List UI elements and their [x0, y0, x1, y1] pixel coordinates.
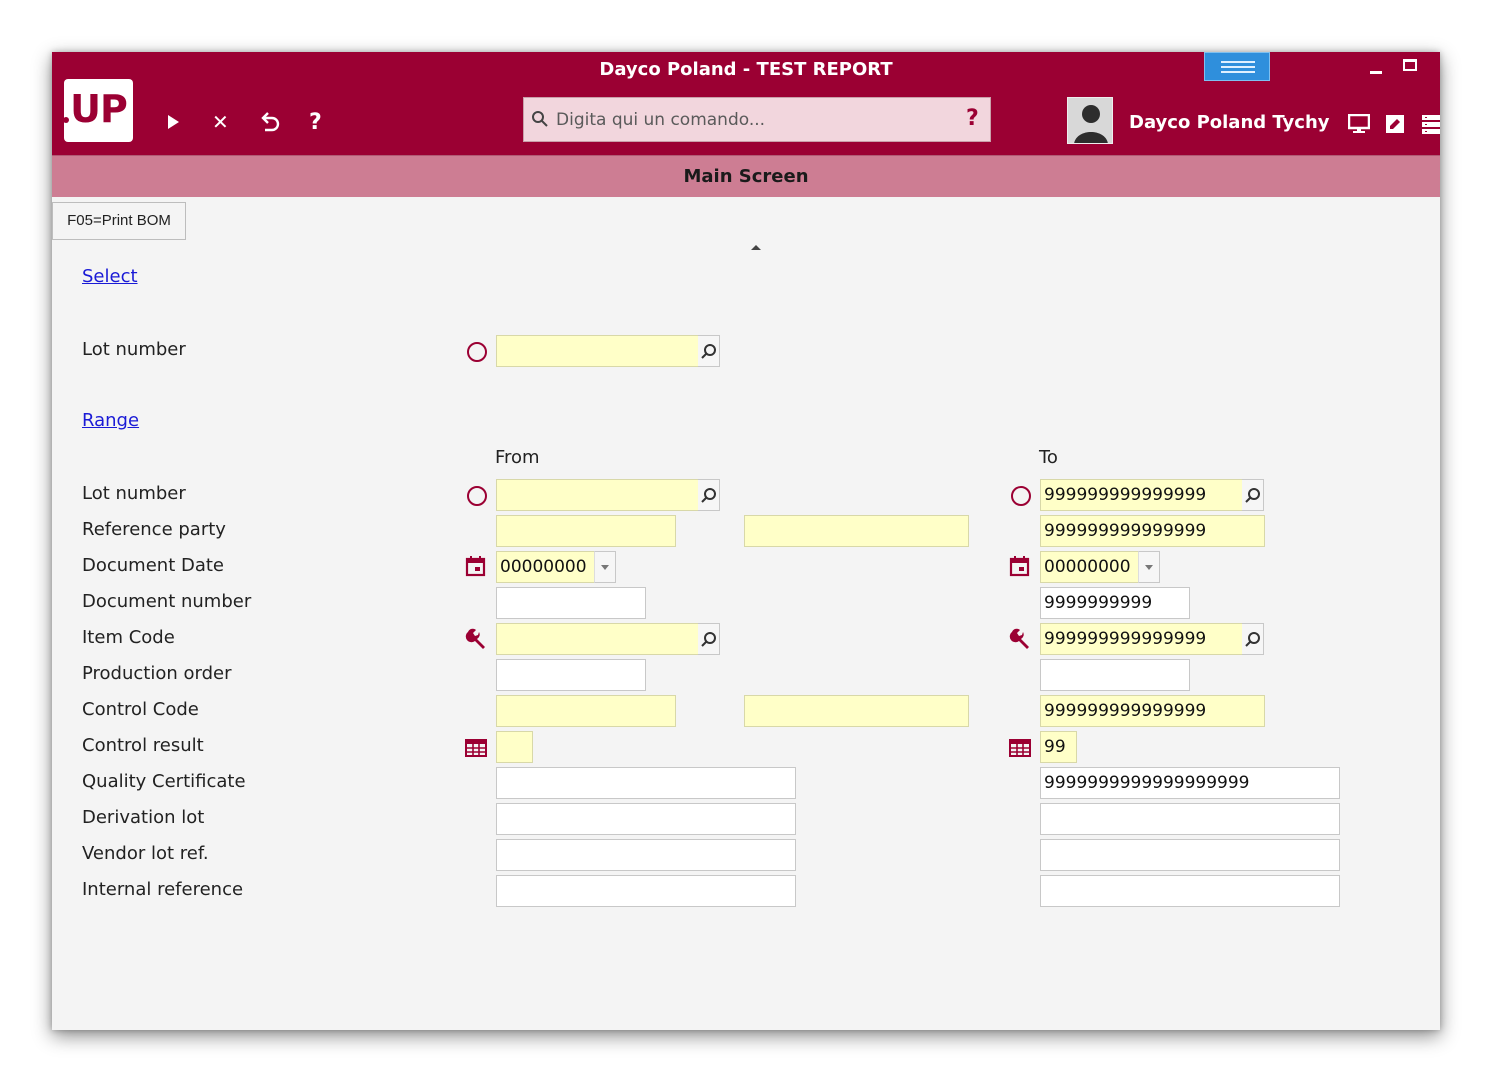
calendar-icon[interactable]	[465, 555, 487, 577]
range-link[interactable]: Range	[82, 410, 139, 431]
command-bar[interactable]: ?	[523, 97, 991, 142]
command-help-icon[interactable]: ?	[966, 106, 979, 131]
vendor-lot-ref-label: Vendor lot ref.	[82, 843, 209, 864]
reference-party-from-input[interactable]	[496, 515, 676, 547]
screen-header: Main Screen	[52, 155, 1440, 197]
document-date-to-input[interactable]	[1040, 551, 1140, 583]
logo-dot	[63, 117, 69, 123]
production-order-from-input[interactable]	[496, 659, 646, 691]
internal-reference-to-input[interactable]	[1040, 875, 1340, 907]
lot-number-from-input[interactable]	[496, 479, 700, 511]
vendor-lot-ref-from-input[interactable]	[496, 839, 796, 871]
derivation-lot-from-input[interactable]	[496, 803, 796, 835]
quality-certificate-to-input[interactable]	[1040, 767, 1340, 799]
item-code-to-input[interactable]	[1040, 623, 1244, 655]
lot-number-to-input[interactable]	[1040, 479, 1244, 511]
wrench-icon	[465, 628, 485, 649]
quality-certificate-from-input[interactable]	[496, 767, 796, 799]
search-icon	[532, 111, 548, 127]
select-lot-number-input[interactable]	[496, 335, 700, 367]
monitor-icon[interactable]	[1348, 114, 1370, 134]
search-icon[interactable]	[698, 623, 720, 655]
derivation-lot-label: Derivation lot	[82, 807, 205, 828]
circle-icon	[1011, 486, 1031, 506]
collapse-arrow-icon[interactable]	[751, 245, 761, 250]
menu-handle[interactable]	[1204, 52, 1270, 81]
internal-reference-label: Internal reference	[82, 879, 244, 900]
maximize-button[interactable]	[1403, 59, 1417, 71]
quality-certificate-label: Quality Certificate	[82, 771, 246, 792]
play-icon[interactable]	[168, 115, 179, 129]
edit-icon[interactable]	[1385, 114, 1405, 134]
calendar-icon[interactable]	[1009, 555, 1031, 577]
vendor-lot-ref-to-input[interactable]	[1040, 839, 1340, 871]
derivation-lot-to-input[interactable]	[1040, 803, 1340, 835]
control-code-to-input[interactable]	[1040, 695, 1265, 727]
table-icon[interactable]	[465, 737, 487, 759]
item-code-label: Item Code	[82, 627, 175, 648]
select-lot-number-label: Lot number	[82, 339, 186, 360]
chevron-down-icon[interactable]	[594, 551, 616, 583]
minimize-button[interactable]	[1370, 71, 1382, 74]
to-header: To	[1039, 447, 1058, 468]
internal-reference-from-input[interactable]	[496, 875, 796, 907]
search-icon[interactable]	[698, 335, 720, 367]
reference-party-label: Reference party	[82, 519, 226, 540]
control-code-from-input[interactable]	[496, 695, 676, 727]
print-bom-button[interactable]: F05=Print BOM	[52, 202, 186, 240]
document-date-label: Document Date	[82, 555, 224, 576]
document-date-from-input[interactable]	[496, 551, 596, 583]
avatar[interactable]	[1067, 97, 1113, 144]
search-icon[interactable]	[698, 479, 720, 511]
lot-number-label: Lot number	[82, 483, 186, 504]
production-order-to-input[interactable]	[1040, 659, 1190, 691]
user-name: Dayco Poland Tychy	[1129, 112, 1330, 133]
screen-title: Main Screen	[683, 166, 809, 187]
document-number-to-input[interactable]	[1040, 587, 1190, 619]
control-result-from-input[interactable]	[496, 731, 533, 763]
circle-icon	[467, 486, 487, 506]
chevron-down-icon[interactable]	[1138, 551, 1160, 583]
table-icon[interactable]	[1009, 737, 1031, 759]
close-icon[interactable]: ✕	[212, 110, 229, 134]
document-number-label: Document number	[82, 591, 252, 612]
control-result-to-input[interactable]	[1040, 731, 1077, 763]
command-input[interactable]	[554, 106, 958, 134]
control-result-label: Control result	[82, 735, 204, 756]
header-bar: Dayco Poland - TEST REPORT UP ✕ ? ? Dayc…	[52, 52, 1440, 155]
document-number-from-input[interactable]	[496, 587, 646, 619]
from-header: From	[495, 447, 540, 468]
logo-text: UP	[70, 87, 128, 131]
reference-party-to-input[interactable]	[1040, 515, 1265, 547]
production-order-label: Production order	[82, 663, 232, 684]
select-link[interactable]: Select	[82, 266, 138, 287]
app-logo: UP	[63, 79, 133, 142]
app-window: Dayco Poland - TEST REPORT UP ✕ ? ? Dayc…	[52, 52, 1440, 1030]
circle-icon	[467, 342, 487, 362]
search-icon[interactable]	[1242, 479, 1264, 511]
help-icon[interactable]: ?	[309, 110, 322, 135]
search-icon[interactable]	[1242, 623, 1264, 655]
list-icon[interactable]	[1422, 114, 1440, 136]
control-code-from2-input[interactable]	[744, 695, 969, 727]
item-code-from-input[interactable]	[496, 623, 700, 655]
control-code-label: Control Code	[82, 699, 199, 720]
wrench-icon	[1009, 628, 1029, 649]
undo-icon[interactable]	[259, 110, 281, 140]
reference-party-from2-input[interactable]	[744, 515, 969, 547]
